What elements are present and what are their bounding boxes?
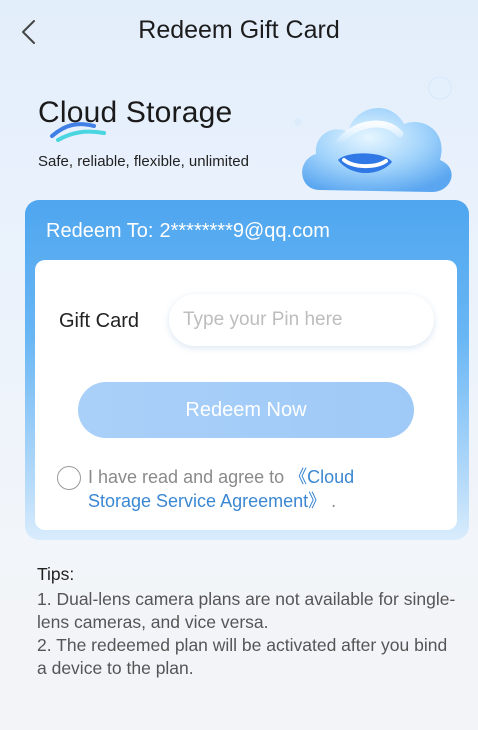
tips-section: Tips: 1. Dual-lens camera plans are not … <box>37 563 457 680</box>
redeem-now-button[interactable]: Redeem Now <box>78 382 414 438</box>
cloud-illustration <box>294 76 452 192</box>
hero-subtitle: Safe, reliable, flexible, unlimited <box>38 153 249 170</box>
agreement-checkbox[interactable] <box>57 466 81 490</box>
agreement-text: I have read and agree to 《Cloud Storage … <box>88 465 408 513</box>
tip-item: 2. The redeemed plan will be activated a… <box>37 635 448 678</box>
gift-card-label: Gift Card <box>59 310 140 332</box>
agreement-prefix: I have read and agree to <box>88 467 290 487</box>
redeem-card: Redeem To:2********9@qq.com Gift Card Re… <box>25 200 469 540</box>
tip-item: 1. Dual-lens camera plans are not availa… <box>37 589 456 632</box>
hero-title: Cloud Storage <box>38 96 233 129</box>
redeem-form: Gift Card Redeem Now I have read and agr… <box>35 260 457 530</box>
page-title: Redeem Gift Card <box>138 16 340 44</box>
redeem-to-row: Redeem To: 2********9@qq.com <box>46 220 330 243</box>
pin-input[interactable] <box>169 294 434 346</box>
redeem-to-label: Redeem To: <box>46 220 154 242</box>
agreement-suffix: . <box>326 491 337 511</box>
tips-title: Tips: <box>37 564 75 584</box>
account-email: 2********9@qq.com <box>159 220 330 242</box>
top-bar: Redeem Gift Card <box>0 0 478 64</box>
